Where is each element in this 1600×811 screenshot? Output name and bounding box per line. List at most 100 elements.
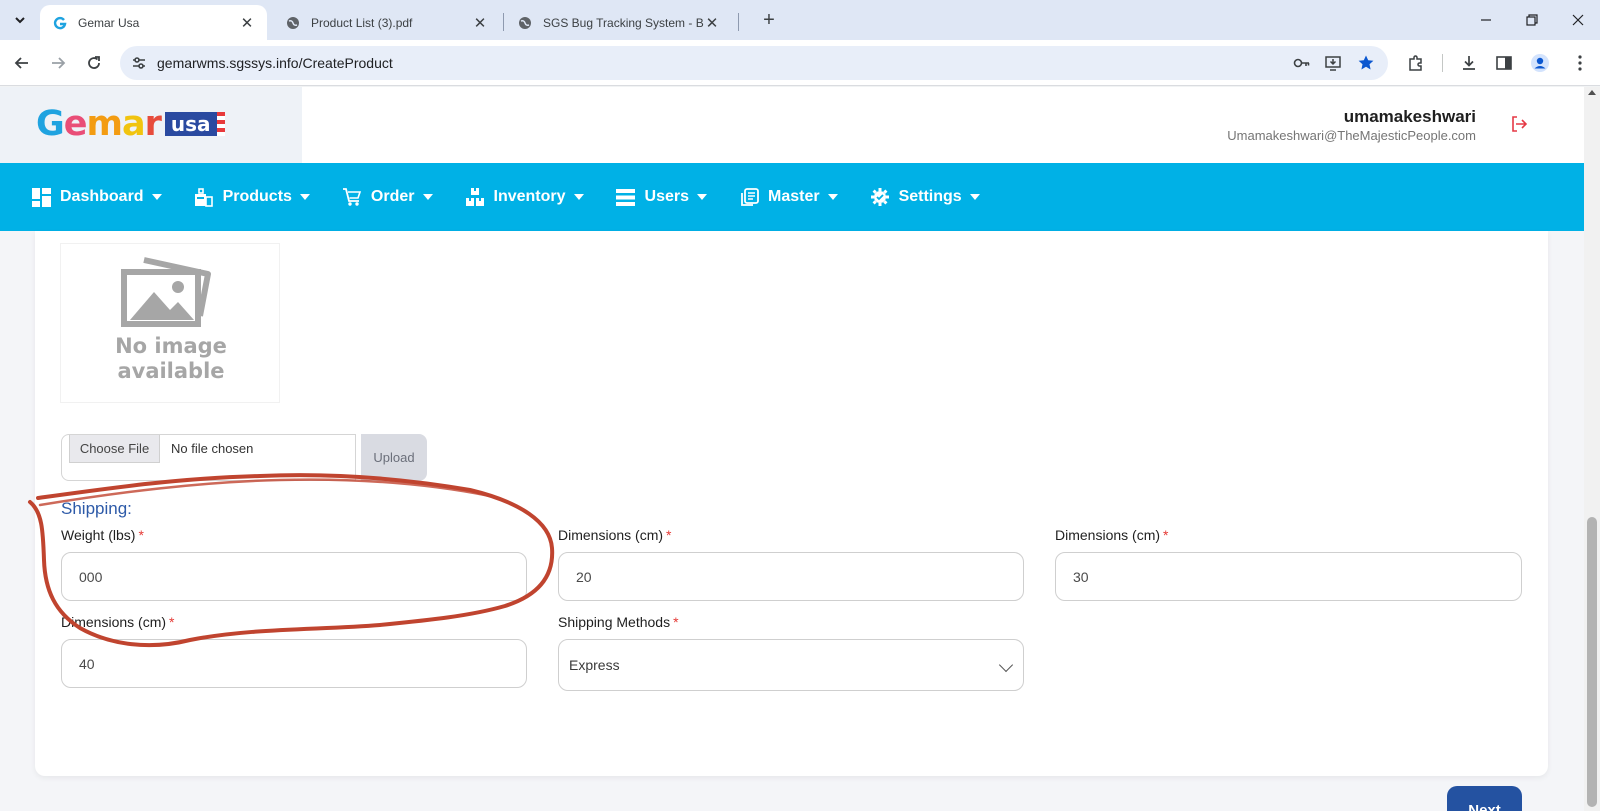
tab-search-button[interactable] [6,6,34,34]
dimensions-2-label-text: Dimensions (cm) [1055,527,1161,543]
browser-menu-icon[interactable] [1566,49,1594,77]
nav-master[interactable]: Master [739,187,838,207]
caret-down-icon [969,194,980,200]
caret-down-icon [827,194,838,200]
forward-arrow-icon[interactable] [44,49,72,77]
tab-sgs-bug-tracking[interactable]: SGS Bug Tracking System - Beta ✕ [505,5,732,40]
dimensions-2-input[interactable] [1055,552,1522,601]
nav-master-label: Master [768,188,820,205]
downloads-icon[interactable] [1455,49,1483,77]
file-input[interactable]: Choose File No file chosen [61,434,356,481]
dimensions-3-label: Dimensions (cm) * [61,614,174,630]
tab-title: Gemar Usa [78,15,140,30]
nav-users-label: Users [644,188,689,205]
products-icon [194,187,214,207]
app-header: Gemar usa umamakeshwari Umamakeshwari@Th… [0,87,1584,163]
dimensions-3-label-text: Dimensions (cm) [61,614,167,630]
back-arrow-icon[interactable] [8,49,36,77]
close-tab-icon[interactable]: ✕ [704,14,720,32]
no-file-chosen-text: No file chosen [171,441,254,456]
dimensions-2-label: Dimensions (cm) * [1055,527,1168,543]
caret-down-icon [697,194,707,200]
nav-inventory-label: Inventory [493,188,566,205]
close-window-icon[interactable] [1566,8,1590,32]
scroll-up-arrow-icon[interactable] [1588,90,1596,95]
nav-order-label: Order [370,188,415,205]
extensions-puzzle-icon[interactable] [1402,49,1430,77]
logout-icon[interactable] [1509,114,1529,134]
user-name: umamakeshwari [1343,107,1476,126]
shipping-methods-select[interactable]: Express [558,639,1024,691]
caret-down-icon [573,194,584,200]
caret-down-icon [422,194,433,200]
page-scrollbar[interactable] [1584,87,1600,811]
address-bar[interactable]: gemarwms.sgssys.info/CreateProduct [120,46,1388,80]
boxes-icon [465,187,485,207]
gemar-usa-logo[interactable]: Gemar usa [36,104,225,144]
no-image-line-2: available [117,359,225,383]
scrollbar-thumb[interactable] [1587,517,1597,807]
shipping-methods-label-text: Shipping Methods [558,614,671,630]
nav-dashboard-label: Dashboard [60,188,144,205]
browser-tabstrip: Gemar Usa ✕ Product List (3).pdf ✕ SGS B… [0,0,1600,40]
dashboard-icon [31,187,51,207]
password-key-icon[interactable] [1292,53,1312,73]
nav-products-label: Products [222,188,292,205]
chevron-down-icon [998,657,1014,673]
profile-avatar-icon[interactable] [1526,49,1554,77]
weight-input[interactable] [61,552,527,601]
logo-usa-badge: usa [164,112,225,136]
restore-icon[interactable] [1520,8,1544,32]
list-icon [616,187,636,207]
globe-icon [285,15,301,31]
tab-gemar-usa[interactable]: Gemar Usa ✕ [40,5,267,40]
next-button[interactable]: Next [1447,786,1522,811]
tab-product-list-pdf[interactable]: Product List (3).pdf ✕ [273,5,500,40]
gemar-favicon-icon [52,15,68,31]
create-product-card: No image available Choose File No file c… [35,231,1548,811]
weight-label: Weight (lbs) * [61,527,144,543]
nav-settings[interactable]: Settings [870,187,980,207]
install-app-icon[interactable] [1323,53,1343,73]
tab-title: SGS Bug Tracking System - Beta [543,15,704,30]
shipping-section-title: Shipping: [61,499,132,518]
chevron-down-icon [15,17,25,24]
web-page: Gemar usa umamakeshwari Umamakeshwari@Th… [0,87,1584,811]
no-image-line-1: No image [115,334,227,358]
image-placeholder-icon [121,257,211,327]
nav-settings-label: Settings [898,188,962,205]
dimensions-3-input[interactable] [61,639,527,688]
dimensions-1-label: Dimensions (cm) * [558,527,671,543]
nav-order[interactable]: Order [342,187,433,207]
nav-products[interactable]: Products [194,187,310,207]
main-navbar: Dashboard Products Order Inventory Users… [0,163,1584,231]
side-panel-icon[interactable] [1490,49,1518,77]
gear-icon [870,187,890,207]
caret-down-icon [299,194,310,200]
dimensions-1-label-text: Dimensions (cm) [558,527,664,543]
minimize-icon[interactable] [1474,8,1498,32]
tab-separator [738,13,739,31]
choose-file-button[interactable]: Choose File [69,435,160,463]
required-asterisk: * [1163,527,1169,543]
toolbar-divider [1442,54,1443,72]
new-tab-button[interactable]: + [757,8,781,32]
required-asterisk: * [138,527,144,543]
upload-button[interactable]: Upload [361,434,427,481]
close-tab-icon[interactable]: ✕ [239,14,255,32]
bookmark-star-icon[interactable] [1356,53,1376,73]
reload-icon[interactable] [80,49,108,77]
user-email: Umamakeshwari@TheMajesticPeople.com [1227,128,1476,143]
close-tab-icon[interactable]: ✕ [472,14,488,32]
nav-dashboard[interactable]: Dashboard [31,187,162,207]
url-text[interactable]: gemarwms.sgssys.info/CreateProduct [157,55,393,71]
site-settings-icon[interactable] [130,54,148,72]
no-image-text: No image available [61,334,281,384]
cart-icon [342,187,362,207]
nav-inventory[interactable]: Inventory [465,187,584,207]
dimensions-1-input[interactable] [558,552,1024,601]
logo-area: Gemar usa [0,87,302,163]
tab-title: Product List (3).pdf [311,15,413,30]
caret-down-icon [151,194,162,200]
nav-users[interactable]: Users [616,187,707,207]
